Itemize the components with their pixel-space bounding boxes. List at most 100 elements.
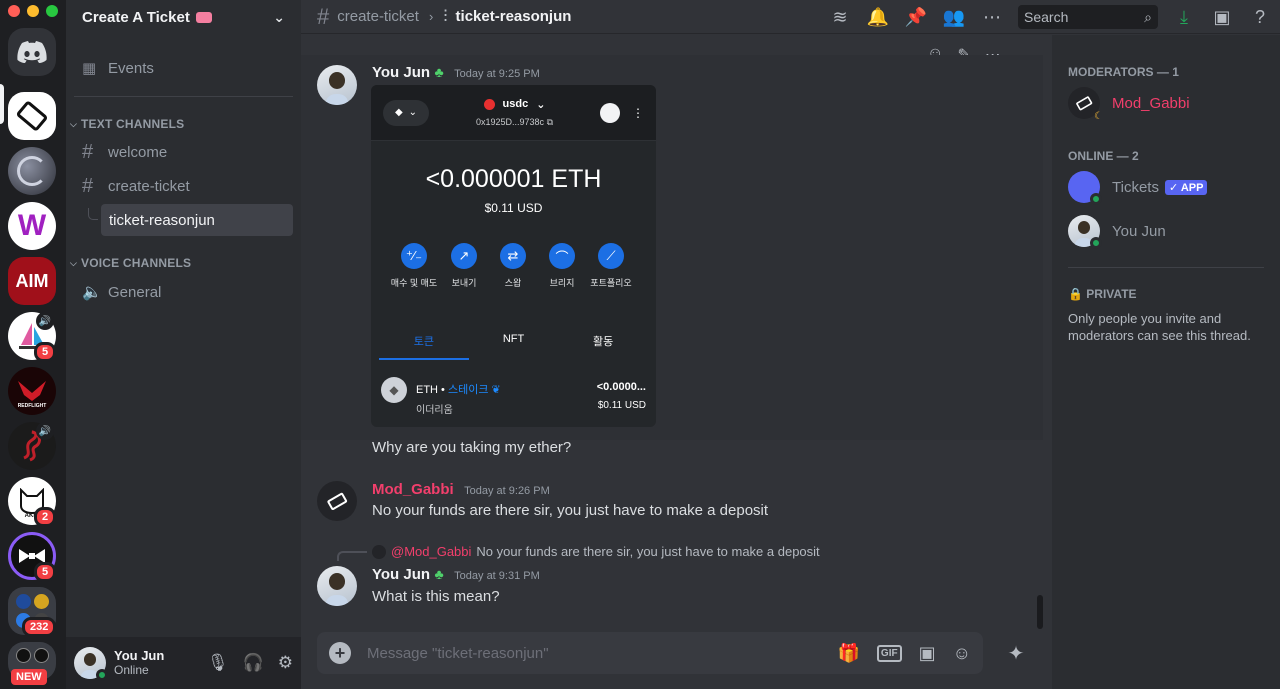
message-author[interactable]: You Jun	[372, 64, 430, 81]
ticket-logo-icon	[16, 101, 48, 131]
channel-label: welcome	[108, 143, 168, 161]
search-input[interactable]: Search ⌕	[1018, 5, 1158, 29]
breadcrumb: # create-ticket › ⫶ ticket-reasonjun	[317, 4, 571, 30]
message-header: You Jun ♣ Today at 9:31 PM	[372, 566, 540, 584]
avatar	[1068, 171, 1102, 205]
category-voice-channels[interactable]: ⌵ VOICE CHANNELS	[70, 256, 191, 270]
action-label: 보내기	[451, 278, 477, 288]
thread-label: ticket-reasonjun	[109, 211, 215, 229]
channel-header: # create-ticket › ⫶ ticket-reasonjun ≋ 🔔…	[301, 0, 1280, 34]
category-text-channels[interactable]: ⌵ TEXT CHANNELS	[70, 117, 184, 131]
more-icon[interactable]: ⋯	[980, 5, 1004, 29]
server-name: Create A Ticket	[82, 8, 190, 26]
avatar[interactable]	[317, 481, 357, 521]
discord-home-button[interactable]	[8, 28, 56, 76]
sprout-icon: ❦	[491, 384, 501, 396]
message-header: You Jun ♣ Today at 9:25 PM	[372, 64, 540, 82]
account-address: 0x1925D...9738c	[476, 116, 545, 127]
message-author[interactable]: You Jun	[372, 566, 430, 583]
inbox-icon[interactable]: ▣	[1210, 5, 1234, 29]
threads-icon[interactable]: ≋	[828, 5, 852, 29]
reply-avatar	[372, 544, 386, 559]
gear-icon[interactable]: ⚙	[278, 653, 293, 673]
members-icon[interactable]: 👥	[942, 5, 966, 29]
speaker-icon: 🔈	[82, 284, 102, 301]
action-label: 포트폴리오	[590, 278, 632, 288]
headphones-icon[interactable]: 🎧	[243, 653, 264, 673]
discord-logo-icon	[17, 41, 47, 63]
token-title: ETH • 스테이크 ❦	[416, 384, 501, 396]
reply-preview[interactable]: @Mod_Gabbi No your funds are there sir, …	[372, 544, 820, 559]
category-label: TEXT CHANNELS	[81, 117, 185, 131]
tab-activity: 활동	[593, 336, 614, 348]
member-tickets[interactable]: Tickets ✓ APP	[1068, 171, 1208, 205]
microphone-icon[interactable]: 🎙	[207, 653, 229, 673]
aim-label: AIM	[15, 270, 49, 291]
member-avatar-wrap	[1068, 215, 1102, 249]
search-icon: ⌕	[1144, 8, 1152, 25]
message-author[interactable]: Mod_Gabbi	[372, 481, 454, 498]
help-icon[interactable]: ?	[1248, 5, 1272, 29]
action-label: 매수 및 매도	[390, 278, 438, 288]
user-avatar-wrap[interactable]	[74, 647, 108, 681]
download-icon[interactable]: ⤓	[1172, 5, 1196, 29]
portfolio-icon: ⟋	[598, 243, 624, 269]
apps-icon[interactable]: ✦	[996, 632, 1036, 674]
member-you-jun[interactable]: You Jun	[1068, 215, 1166, 249]
mention-badge: 2	[34, 507, 57, 527]
online-header: ONLINE — 2	[1068, 149, 1139, 163]
emoji-icon[interactable]: ☺	[953, 643, 971, 664]
thread-ticket-reasonjun[interactable]: ticket-reasonjun	[101, 204, 293, 236]
ticket-icon	[327, 492, 348, 510]
kebab-menu-icon: ⋮	[632, 105, 644, 120]
minimize-window-button[interactable]	[27, 5, 39, 17]
wallet-screenshot-attachment[interactable]: ◆ ⌄ usdc ⌄ 0x1925D...9738c ⧉ ⋮ <0.000001 …	[371, 85, 656, 427]
chevron-right-icon: ›	[428, 9, 434, 24]
ticket-emoji-icon	[195, 12, 212, 24]
speaker-icon: 🔊	[36, 422, 54, 440]
reply-connector	[337, 551, 367, 561]
gif-icon[interactable]: GIF	[876, 644, 902, 662]
server-w[interactable]: W	[8, 202, 56, 250]
server-aim[interactable]: AIM	[8, 257, 56, 305]
user-info[interactable]: You Jun Online	[114, 648, 164, 678]
channel-label: create-ticket	[108, 177, 190, 195]
close-window-button[interactable]	[8, 5, 20, 17]
speaker-icon: 🔊	[36, 312, 54, 330]
wallet-usd: $0.11 USD	[484, 201, 543, 215]
app-badge: ✓ APP	[1164, 179, 1208, 195]
channel-label: General	[108, 283, 162, 301]
breadcrumb-thread: ticket-reasonjun	[455, 8, 572, 25]
pin-icon[interactable]: 📌	[904, 5, 928, 29]
w-logo-icon: W	[17, 209, 47, 242]
breadcrumb-channel[interactable]: create-ticket	[337, 8, 419, 25]
scrollbar-thumb[interactable]	[1037, 595, 1043, 629]
server-orb[interactable]	[8, 147, 56, 195]
bell-icon[interactable]: 🔔	[866, 5, 890, 29]
channel-welcome[interactable]: # welcome	[74, 136, 293, 168]
bowtie-icon	[19, 549, 45, 563]
gift-icon[interactable]: 🎁	[838, 643, 860, 664]
server-create-a-ticket[interactable]	[8, 92, 56, 140]
channel-create-ticket[interactable]: # create-ticket	[74, 170, 293, 202]
server-rail: W AIM 🔊 5 REDFLIGHT 🔊 AKIN 2 5 232 NEW	[0, 0, 66, 689]
account-name: usdc	[502, 98, 529, 110]
zoom-window-button[interactable]	[46, 5, 58, 17]
avatar[interactable]	[317, 65, 357, 105]
server-redflight[interactable]: REDFLIGHT	[8, 367, 56, 415]
avatar[interactable]	[317, 566, 357, 606]
divider	[1068, 267, 1264, 268]
voice-channel-general[interactable]: 🔈 General	[74, 276, 293, 308]
chevron-down-icon: ⌄	[273, 8, 285, 25]
active-server-indicator	[0, 84, 4, 124]
plus-circle-icon[interactable]: +	[329, 642, 351, 664]
clover-icon: ♣	[434, 64, 444, 80]
sticker-icon[interactable]: ▣	[919, 643, 936, 664]
token-name: 이더리움	[416, 405, 453, 416]
events-button[interactable]: ▦ Events	[74, 52, 293, 84]
member-name: You Jun	[1112, 222, 1166, 240]
member-mod-gabbi[interactable]: ☾ Mod_Gabbi	[1068, 87, 1190, 122]
message-composer[interactable]: + Message "ticket-reasonjun" 🎁 GIF ▣ ☺	[317, 632, 983, 674]
server-header[interactable]: Create A Ticket ⌄	[66, 0, 301, 34]
message-timestamp: Today at 9:26 PM	[464, 485, 550, 497]
